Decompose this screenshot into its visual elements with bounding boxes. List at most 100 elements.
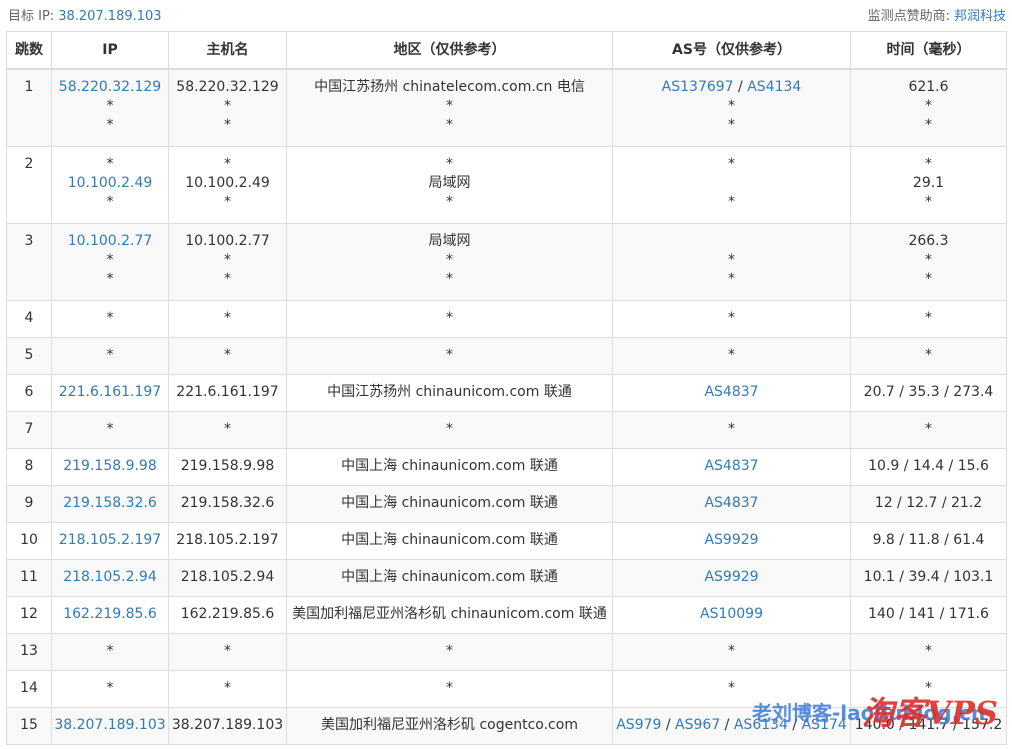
ip-line: 58.220.32.129 xyxy=(52,78,168,97)
as-number-link[interactable]: AS137697 xyxy=(662,79,734,95)
hostname-text: 10.100.2.77 xyxy=(185,233,270,249)
as-number-link[interactable]: AS4837 xyxy=(704,458,758,474)
hostname-text: 38.207.189.103 xyxy=(171,717,284,733)
region-text: * xyxy=(446,347,453,363)
hop-number: 15 xyxy=(20,717,38,733)
region-cell: * xyxy=(286,633,613,671)
ip-link[interactable]: 38.207.189.103 xyxy=(54,717,165,733)
ip-link[interactable]: 218.105.2.197 xyxy=(59,532,161,548)
time-cell: 266.3 * * xyxy=(850,223,1007,301)
as-cell: * * xyxy=(612,146,851,224)
as-line: * xyxy=(613,97,850,116)
region-text: 美国加利福尼亚州洛杉矶 cogentco.com xyxy=(321,717,578,733)
ip-text: * xyxy=(106,156,114,172)
time-text: * xyxy=(925,156,932,172)
as-number-link[interactable]: AS967 xyxy=(675,717,720,733)
hostname-cell: 221.6.161.197 xyxy=(168,374,287,412)
time-line: * xyxy=(851,97,1006,116)
time-line: 29.1 xyxy=(851,174,1006,193)
as-line: * xyxy=(613,642,850,661)
ip-link[interactable]: 10.100.2.49 xyxy=(68,175,153,191)
ip-cell: 162.219.85.6 xyxy=(51,596,169,634)
ip-link[interactable]: 218.105.2.94 xyxy=(63,569,157,585)
ip-cell: * xyxy=(51,670,169,708)
region-line: * xyxy=(287,270,612,289)
hop-number: 11 xyxy=(20,569,38,585)
as-line: * xyxy=(613,155,850,174)
ip-line: * xyxy=(52,116,168,135)
hostname-line: 218.105.2.94 xyxy=(169,568,286,587)
ip-line: 218.105.2.94 xyxy=(52,568,168,587)
hostname-cell: * xyxy=(168,670,287,708)
ip-link[interactable]: 219.158.32.6 xyxy=(63,495,157,511)
time-line: * xyxy=(851,420,1006,439)
as-number-link[interactable]: AS4134 xyxy=(747,79,801,95)
target-ip-link[interactable]: 38.207.189.103 xyxy=(58,9,161,24)
as-text: * xyxy=(728,271,735,287)
hostname-cell: 58.220.32.129 * * xyxy=(168,68,287,147)
region-text: 局域网 xyxy=(428,233,471,249)
sponsor-link[interactable]: 邦润科技 xyxy=(954,9,1006,24)
ip-link[interactable]: 10.100.2.77 xyxy=(68,233,153,249)
ip-text: * xyxy=(106,347,114,363)
table-row: 10 218.105.2.197 218.105.2.197 中国上海 chinaun… xyxy=(6,522,1007,560)
ip-link[interactable]: 58.220.32.129 xyxy=(59,79,161,95)
region-text: 中国上海 chinaunicom.com 联通 xyxy=(341,495,558,511)
as-number-link[interactable]: AS9929 xyxy=(704,569,758,585)
region-line: * xyxy=(287,251,612,270)
hostname-line: * xyxy=(169,193,286,212)
time-cell: 621.6 * * xyxy=(850,68,1007,147)
ip-cell: 38.207.189.103 xyxy=(51,707,169,745)
column-header-region: 地区（仅供参考） xyxy=(286,31,613,70)
ip-cell: 221.6.161.197 xyxy=(51,374,169,412)
hostname-line: * xyxy=(169,679,286,698)
region-text: 中国江苏扬州 chinatelecom.com.cn 电信 xyxy=(314,79,585,95)
ip-text: * xyxy=(106,643,114,659)
as-separator: / xyxy=(720,717,734,733)
hostname-line: 219.158.32.6 xyxy=(169,494,286,513)
ip-link[interactable]: 221.6.161.197 xyxy=(59,384,161,400)
region-text: 中国上海 chinaunicom.com 联通 xyxy=(341,458,558,474)
region-text: * xyxy=(446,271,453,287)
hostname-text: * xyxy=(224,194,231,210)
ip-text: * xyxy=(106,98,114,114)
hop-cell: 4 xyxy=(6,300,52,338)
as-number-link[interactable]: AS10099 xyxy=(700,606,763,622)
region-line: 局域网 xyxy=(287,174,612,193)
ip-cell: * xyxy=(51,337,169,375)
as-line: AS4837 xyxy=(613,457,850,476)
as-text: * xyxy=(728,310,735,326)
time-line: 20.7 / 35.3 / 273.4 xyxy=(851,383,1006,402)
as-cell: * xyxy=(612,337,851,375)
hop-cell: 9 xyxy=(6,485,52,523)
hop-cell: 2 xyxy=(6,146,52,224)
ip-line: * xyxy=(52,420,168,439)
time-cell: 12 / 12.7 / 21.2 xyxy=(850,485,1007,523)
time-cell: * 29.1 * xyxy=(850,146,1007,224)
as-number-link[interactable]: AS979 xyxy=(616,717,661,733)
ip-line: * xyxy=(52,642,168,661)
hostname-cell: * xyxy=(168,337,287,375)
region-cell: * 局域网 * xyxy=(286,146,613,224)
as-cell: AS4837 xyxy=(612,374,851,412)
hostname-line: 38.207.189.103 xyxy=(169,716,286,735)
as-number-link[interactable]: AS9929 xyxy=(704,532,758,548)
time-cell: 10.9 / 14.4 / 15.6 xyxy=(850,448,1007,486)
time-cell: 20.7 / 35.3 / 273.4 xyxy=(850,374,1007,412)
region-cell: 中国上海 chinaunicom.com 联通 xyxy=(286,559,613,597)
hostname-line: 58.220.32.129 xyxy=(169,78,286,97)
as-separator: / xyxy=(733,79,748,95)
ip-link[interactable]: 162.219.85.6 xyxy=(63,606,157,622)
hostname-text: 10.100.2.49 xyxy=(185,175,270,191)
as-line: AS9929 xyxy=(613,531,850,550)
hostname-line: * xyxy=(169,251,286,270)
hostname-text: * xyxy=(224,347,231,363)
as-number-link[interactable]: AS4837 xyxy=(704,384,758,400)
ip-link[interactable]: 219.158.9.98 xyxy=(63,458,157,474)
time-line: * xyxy=(851,309,1006,328)
ip-line: 10.100.2.77 xyxy=(52,232,168,251)
region-cell: 中国上海 chinaunicom.com 联通 xyxy=(286,485,613,523)
region-text: 中国上海 chinaunicom.com 联通 xyxy=(341,532,558,548)
as-number-link[interactable]: AS4837 xyxy=(704,495,758,511)
hop-cell: 10 xyxy=(6,522,52,560)
